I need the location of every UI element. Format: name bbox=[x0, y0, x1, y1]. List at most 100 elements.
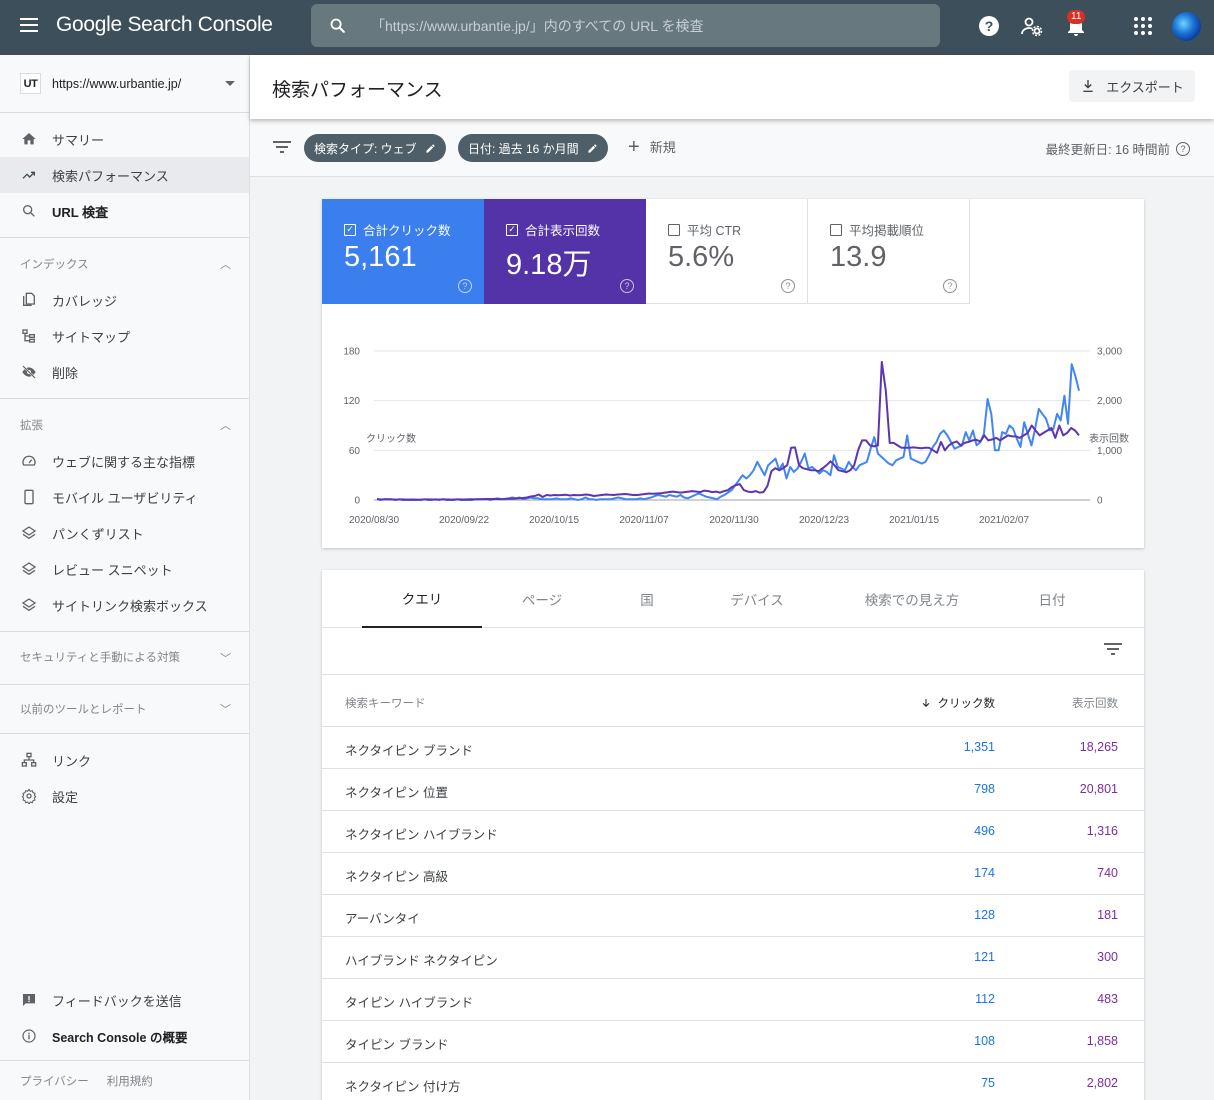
table-filter-icon[interactable] bbox=[1104, 642, 1122, 656]
sidebar-item-core-web-vitals[interactable]: ウェブに関する主な指標 bbox=[0, 443, 249, 479]
chevron-up-icon: ︿ bbox=[220, 420, 231, 432]
index-section: インデックス ︿ カバレッジ サイトマップ 削除 bbox=[0, 238, 249, 399]
sidebar-item-coverage[interactable]: カバレッジ bbox=[0, 282, 249, 318]
sidebar-item-sitelinks-searchbox[interactable]: サイトリンク検索ボックス bbox=[0, 587, 249, 623]
add-filter-button[interactable]: + 新規 bbox=[628, 135, 676, 158]
export-button[interactable]: エクスポート bbox=[1069, 70, 1195, 102]
checkbox-unchecked-icon[interactable] bbox=[830, 223, 842, 236]
table-row[interactable]: ネクタイピン 高級 174 740 bbox=[322, 853, 1144, 895]
sidebar-item-sitemaps[interactable]: サイトマップ bbox=[0, 318, 249, 354]
sidebar-item-search-performance[interactable]: 検索パフォーマンス bbox=[0, 157, 249, 193]
help-icon[interactable]: ? bbox=[620, 279, 634, 293]
section-title: 以前のツールとレポート bbox=[20, 704, 147, 716]
filter-icon[interactable] bbox=[273, 140, 291, 154]
sidebar-item-summary[interactable]: サマリー bbox=[0, 121, 249, 157]
table-row[interactable]: ネクタイピン ハイブランド 496 1,316 bbox=[322, 811, 1144, 853]
metric-value: 5.6% bbox=[668, 241, 735, 273]
table-row[interactable]: タイピン ブランド 108 1,858 bbox=[322, 1021, 1144, 1063]
menu-icon[interactable] bbox=[20, 18, 38, 32]
sidebar-item-links[interactable]: リンク bbox=[0, 742, 249, 778]
metric-value: 5,161 bbox=[344, 241, 417, 273]
query-cell: アーバンタイ bbox=[345, 912, 420, 926]
clicks-cell: 798 bbox=[974, 782, 995, 796]
security-section-header[interactable]: セキュリティと手動による対策 ﹀ bbox=[0, 634, 249, 682]
sidebar-item-url-inspection[interactable]: URL 検査 bbox=[0, 193, 249, 229]
privacy-link[interactable]: プライバシー bbox=[20, 1073, 89, 1089]
query-cell: ネクタイピン 位置 bbox=[345, 786, 448, 800]
impressions-cell: 1,316 bbox=[1086, 824, 1118, 838]
column-header-clicks[interactable]: クリック数 bbox=[920, 695, 996, 711]
sidebar-item-review-snippets[interactable]: レビュー スニペット bbox=[0, 551, 249, 587]
manage-users-icon[interactable] bbox=[1020, 14, 1044, 38]
filter-bar: 検索タイプ: ウェブ 日付: 過去 16 か月間 + 新規 最終更新日: 16 … bbox=[250, 119, 1214, 177]
table-body: ネクタイピン ブランド 1,351 18,265 ネクタイピン 位置 798 20,80… bbox=[322, 727, 1144, 1100]
sidebar-item-removals[interactable]: 削除 bbox=[0, 354, 249, 390]
sidebar-item-label: リンク bbox=[52, 753, 92, 769]
index-section-header[interactable]: インデックス ︿ bbox=[0, 246, 249, 282]
search-icon[interactable] bbox=[329, 17, 346, 34]
sidebar-item-settings[interactable]: 設定 bbox=[0, 778, 249, 814]
terms-link[interactable]: 利用規約 bbox=[107, 1073, 153, 1089]
logo-product: Search Console bbox=[127, 13, 273, 36]
sidebar-item-label: URL 検査 bbox=[52, 204, 109, 220]
table-row[interactable]: アーバンタイ 128 181 bbox=[322, 895, 1144, 937]
metric-total-clicks[interactable]: ✓ 合計クリック数 5,161 ? bbox=[322, 199, 484, 304]
search-type-filter-chip[interactable]: 検索タイプ: ウェブ bbox=[304, 134, 446, 162]
metric-average-ctr[interactable]: 平均 CTR 5.6% ? bbox=[646, 199, 808, 304]
download-icon bbox=[1083, 80, 1093, 92]
sidebar-item-breadcrumbs[interactable]: パンくずリスト bbox=[0, 515, 249, 551]
left-axis-tick: 60 bbox=[349, 446, 361, 457]
avatar[interactable] bbox=[1172, 12, 1201, 41]
feedback-icon bbox=[20, 991, 38, 1009]
tab-devices[interactable]: デバイス bbox=[702, 570, 812, 628]
column-header-impressions[interactable]: 表示回数 bbox=[1072, 695, 1118, 711]
checkbox-unchecked-icon[interactable] bbox=[668, 223, 680, 236]
help-icon[interactable]: ? bbox=[458, 279, 472, 293]
help-icon[interactable]: ? bbox=[1176, 141, 1190, 156]
property-selector[interactable]: UT https://www.urbantie.jp/ bbox=[0, 55, 249, 113]
help-icon[interactable]: ? bbox=[781, 279, 795, 293]
help-icon[interactable]: ? bbox=[977, 14, 1001, 38]
sort-descending-icon bbox=[922, 699, 929, 707]
apps-grid-icon[interactable] bbox=[1131, 14, 1155, 38]
impressions-cell: 483 bbox=[1097, 992, 1118, 1006]
right-axis-label: 表示回数 bbox=[1089, 432, 1129, 445]
date-filter-chip[interactable]: 日付: 過去 16 か月間 bbox=[458, 134, 608, 162]
sidebar-item-send-feedback[interactable]: フィードバックを送信 bbox=[0, 982, 249, 1018]
url-inspection-input[interactable] bbox=[371, 4, 931, 47]
tab-countries[interactable]: 国 bbox=[602, 570, 692, 628]
x-axis-tick: 2020/11/30 bbox=[709, 515, 759, 526]
table-row[interactable]: タイピン ハイブランド 112 483 bbox=[322, 979, 1144, 1021]
legacy-section-header[interactable]: 以前のツールとレポート ﹀ bbox=[0, 691, 249, 727]
metric-average-position[interactable]: 平均掲載順位 13.9 ? bbox=[808, 199, 970, 304]
table-row[interactable]: ハイブランド ネクタイピン 121 300 bbox=[322, 937, 1144, 979]
app-logo[interactable]: Google Search Console bbox=[56, 13, 273, 37]
performance-chart[interactable]: クリック数 表示回数 180 3,000 120 2,000 60 1,000 0 0 2020… bbox=[322, 304, 1144, 548]
section-title: セキュリティと手動による対策 bbox=[20, 652, 180, 664]
sidebar-item-mobile-usability[interactable]: モバイル ユーザビリティ bbox=[0, 479, 249, 515]
tab-pages[interactable]: ページ bbox=[482, 570, 602, 628]
sitemap-icon bbox=[20, 327, 38, 345]
tab-queries[interactable]: クエリ bbox=[362, 570, 482, 628]
sidebar-item-about[interactable]: Search Console の概要 bbox=[0, 1018, 249, 1054]
metric-label: 平均 CTR bbox=[687, 224, 742, 238]
table-row[interactable]: ネクタイピン ブランド 1,351 18,265 bbox=[322, 727, 1144, 769]
metric-total-impressions[interactable]: ✓ 合計表示回数 9.18万 ? bbox=[484, 199, 646, 304]
checkbox-checked-icon[interactable]: ✓ bbox=[344, 223, 356, 236]
sidebar-item-label: パンくずリスト bbox=[52, 526, 144, 542]
sidebar-item-label: サマリー bbox=[52, 132, 105, 148]
tab-search-appearance[interactable]: 検索での見え方 bbox=[842, 570, 982, 628]
info-icon bbox=[20, 1027, 38, 1045]
checkbox-checked-icon[interactable]: ✓ bbox=[506, 223, 518, 236]
query-cell: ネクタイピン ブランド bbox=[345, 744, 473, 758]
clicks-series-line bbox=[376, 363, 1080, 501]
tab-dates[interactable]: 日付 bbox=[1012, 570, 1092, 628]
top-app-bar: Google Search Console ? 11 bbox=[0, 0, 1214, 55]
help-icon[interactable]: ? bbox=[943, 279, 957, 293]
column-header-label: クリック数 bbox=[937, 698, 996, 710]
table-row[interactable]: ネクタイピン 位置 798 20,801 bbox=[322, 769, 1144, 811]
plus-icon: + bbox=[628, 135, 640, 158]
enhancements-section-header[interactable]: 拡張 ︿ bbox=[0, 407, 249, 443]
table-row[interactable]: ネクタイピン 付け方 75 2,802 bbox=[322, 1063, 1144, 1100]
settings-icon bbox=[20, 787, 38, 805]
